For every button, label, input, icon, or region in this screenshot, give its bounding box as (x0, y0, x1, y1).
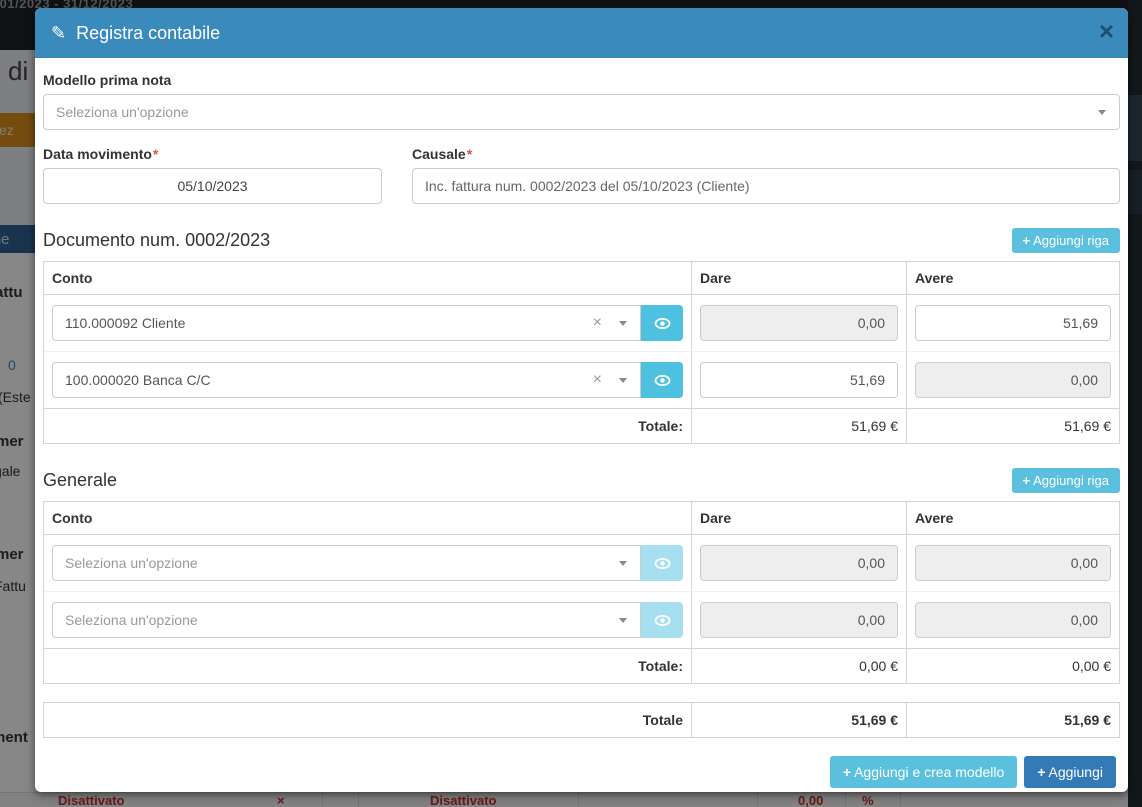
table-row-avere-cell: 0,00 (906, 591, 1119, 648)
eye-button (641, 545, 683, 581)
modal-header: ✎ Registra contabile × (35, 8, 1128, 58)
generale-section-header: Generale +Aggiungi riga (43, 468, 1120, 493)
table-row-dare-cell: 0,00 (691, 535, 906, 591)
caret-down-icon (619, 561, 627, 566)
table-row-avere-cell: 0,00 (906, 535, 1119, 591)
column-header-avere: Avere (906, 262, 1119, 295)
column-header-conto: Conto (44, 262, 691, 295)
table-row-dare-cell: 0,00 (691, 295, 906, 351)
table-row-dare-cell: 0,00 (691, 591, 906, 648)
clear-icon[interactable]: × (593, 371, 602, 389)
registra-contabile-modal: ✎ Registra contabile × Modello prima not… (35, 8, 1128, 792)
column-header-dare: Dare (691, 502, 906, 535)
caret-down-icon (619, 321, 627, 326)
eye-icon (654, 557, 671, 570)
total-dare: 51,69 € (691, 408, 906, 443)
generale-section-title: Generale (43, 470, 117, 491)
documento-add-row-button[interactable]: +Aggiungi riga (1012, 228, 1120, 253)
grand-total-dare: 51,69 € (691, 703, 906, 737)
dare-input: 0,00 (700, 305, 898, 341)
table-row-conto-cell: Seleziona un'opzione (44, 591, 691, 648)
aggiungi-button[interactable]: +Aggiungi (1024, 756, 1116, 788)
edit-icon: ✎ (51, 23, 66, 44)
table-row-dare-cell: 51,69 (691, 351, 906, 408)
aggiungi-crea-modello-button[interactable]: +Aggiungi e crea modello (830, 756, 1017, 788)
avere-input: 0,00 (915, 545, 1111, 581)
total-avere: 51,69 € (906, 408, 1119, 443)
conto-select[interactable]: 110.000092 Cliente × (52, 305, 641, 341)
plus-icon: + (1023, 233, 1031, 248)
date-causale-row: Data movimento* 05/10/2023 Causale* Inc.… (43, 146, 1120, 204)
total-avere: 0,00 € (906, 648, 1119, 683)
modello-placeholder: Seleziona un'opzione (56, 104, 189, 120)
data-movimento-label: Data movimento* (43, 146, 382, 162)
dare-input[interactable]: 51,69 (700, 362, 898, 398)
caret-down-icon (619, 618, 627, 623)
data-movimento-group: Data movimento* 05/10/2023 (43, 146, 382, 204)
causale-input[interactable]: Inc. fattura num. 0002/2023 del 05/10/20… (412, 168, 1120, 204)
table-row-avere-cell: 0,00 (906, 351, 1119, 408)
conto-select[interactable]: Seleziona un'opzione (52, 602, 641, 638)
dare-input: 0,00 (700, 602, 898, 638)
modal-footer: +Aggiungi e crea modello +Aggiungi (43, 756, 1120, 788)
eye-button (641, 602, 683, 638)
column-header-dare: Dare (691, 262, 906, 295)
caret-down-icon (619, 378, 627, 383)
grand-total-table: Totale 51,69 € 51,69 € (43, 702, 1120, 738)
total-label: Totale: (44, 408, 691, 443)
total-label: Totale: (44, 648, 691, 683)
column-header-conto: Conto (44, 502, 691, 535)
grand-total-label: Totale (44, 703, 691, 737)
table-row-conto-cell: 100.000020 Banca C/C × (44, 351, 691, 408)
generale-add-row-button[interactable]: +Aggiungi riga (1012, 468, 1120, 493)
caret-down-icon (1098, 110, 1106, 115)
table-row-conto-cell: 110.000092 Cliente × (44, 295, 691, 351)
eye-button[interactable] (641, 305, 683, 341)
avere-input: 0,00 (915, 602, 1111, 638)
clear-icon[interactable]: × (593, 314, 602, 332)
modello-select[interactable]: Seleziona un'opzione (43, 94, 1120, 130)
required-marker: * (467, 146, 472, 162)
causale-label: Causale* (412, 146, 1120, 162)
total-dare: 0,00 € (691, 648, 906, 683)
eye-button[interactable] (641, 362, 683, 398)
modal-title: Registra contabile (76, 23, 220, 44)
avere-input: 0,00 (915, 362, 1111, 398)
modal-body: Modello prima nota Seleziona un'opzione … (35, 58, 1128, 788)
eye-icon (654, 317, 671, 330)
table-row-avere-cell: 51,69 (906, 295, 1119, 351)
plus-icon: + (1023, 473, 1031, 488)
generale-table: Conto Dare Avere Seleziona un'opzione (43, 501, 1120, 684)
close-button[interactable]: × (1099, 18, 1114, 44)
conto-select[interactable]: 100.000020 Banca C/C × (52, 362, 641, 398)
column-header-avere: Avere (906, 502, 1119, 535)
causale-group: Causale* Inc. fattura num. 0002/2023 del… (412, 146, 1120, 204)
table-row-conto-cell: Seleziona un'opzione (44, 535, 691, 591)
data-movimento-input[interactable]: 05/10/2023 (43, 168, 382, 204)
documento-section-header: Documento num. 0002/2023 +Aggiungi riga (43, 228, 1120, 253)
documento-table: Conto Dare Avere 110.000092 Cliente × (43, 261, 1120, 444)
conto-select[interactable]: Seleziona un'opzione (52, 545, 641, 581)
dare-input: 0,00 (700, 545, 898, 581)
required-marker: * (153, 146, 158, 162)
avere-input[interactable]: 51,69 (915, 305, 1111, 341)
screen: 01/01/2023 - 31/12/2023 di elez one attu… (0, 0, 1142, 807)
documento-section-title: Documento num. 0002/2023 (43, 230, 270, 251)
plus-icon: + (843, 764, 851, 780)
plus-icon: + (1037, 764, 1045, 780)
grand-total-avere: 51,69 € (906, 703, 1119, 737)
eye-icon (654, 614, 671, 627)
eye-icon (654, 374, 671, 387)
modello-label: Modello prima nota (43, 72, 1120, 88)
